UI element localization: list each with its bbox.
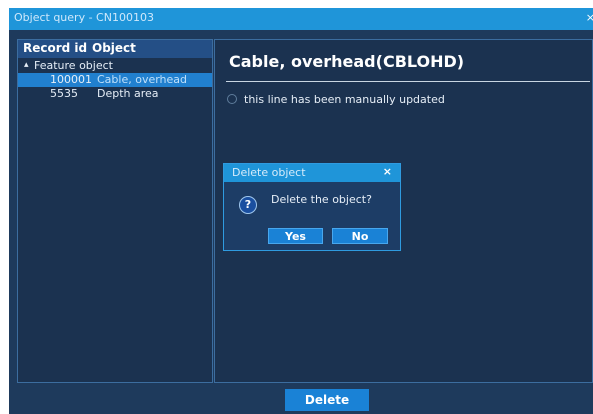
expand-icon[interactable]: ▴: [24, 60, 29, 70]
delete-button[interactable]: Delete: [285, 389, 369, 411]
tree-group-label: Feature object: [34, 59, 113, 72]
tree-row-record-id: 100001: [50, 73, 92, 86]
delete-object-dialog: Delete object × ? Delete the object? Yes…: [223, 163, 401, 251]
tree-row-object: Cable, overhead: [97, 73, 188, 86]
column-header-record-id[interactable]: Record id: [23, 41, 87, 55]
yes-button[interactable]: Yes: [268, 228, 323, 244]
dialog-close-icon[interactable]: ×: [383, 165, 392, 178]
tree-row[interactable]: 5535 Depth area: [18, 87, 212, 101]
tree-row-object: Depth area: [97, 87, 159, 100]
dialog-titlebar[interactable]: Delete object ×: [224, 164, 400, 182]
object-tree-panel: Record id Object ▴ Feature object 100001…: [17, 39, 213, 383]
dialog-message: Delete the object?: [271, 193, 372, 206]
object-title: Cable, overhead(CBLOHD): [229, 52, 465, 71]
tree-row-record-id: 5535: [50, 87, 78, 100]
object-query-window: Object query - CN100103 × Record id Obje…: [9, 8, 593, 414]
column-header-object[interactable]: Object: [92, 41, 136, 55]
tree-header: Record id Object: [18, 40, 212, 58]
window-titlebar[interactable]: Object query - CN100103 ×: [9, 8, 593, 30]
tree-row-selected[interactable]: 100001 Cable, overhead: [18, 73, 212, 87]
window-title: Object query - CN100103: [14, 11, 154, 24]
no-button[interactable]: No: [332, 228, 388, 244]
attribute-text: this line has been manually updated: [244, 93, 445, 106]
radio-icon[interactable]: [227, 94, 237, 104]
title-divider: [226, 81, 590, 82]
window-close-icon[interactable]: ×: [586, 11, 593, 24]
question-icon: ?: [239, 196, 257, 214]
attribute-row[interactable]: this line has been manually updated: [227, 93, 445, 106]
tree-group-feature-object[interactable]: ▴ Feature object: [18, 59, 212, 73]
dialog-title: Delete object: [232, 166, 306, 179]
